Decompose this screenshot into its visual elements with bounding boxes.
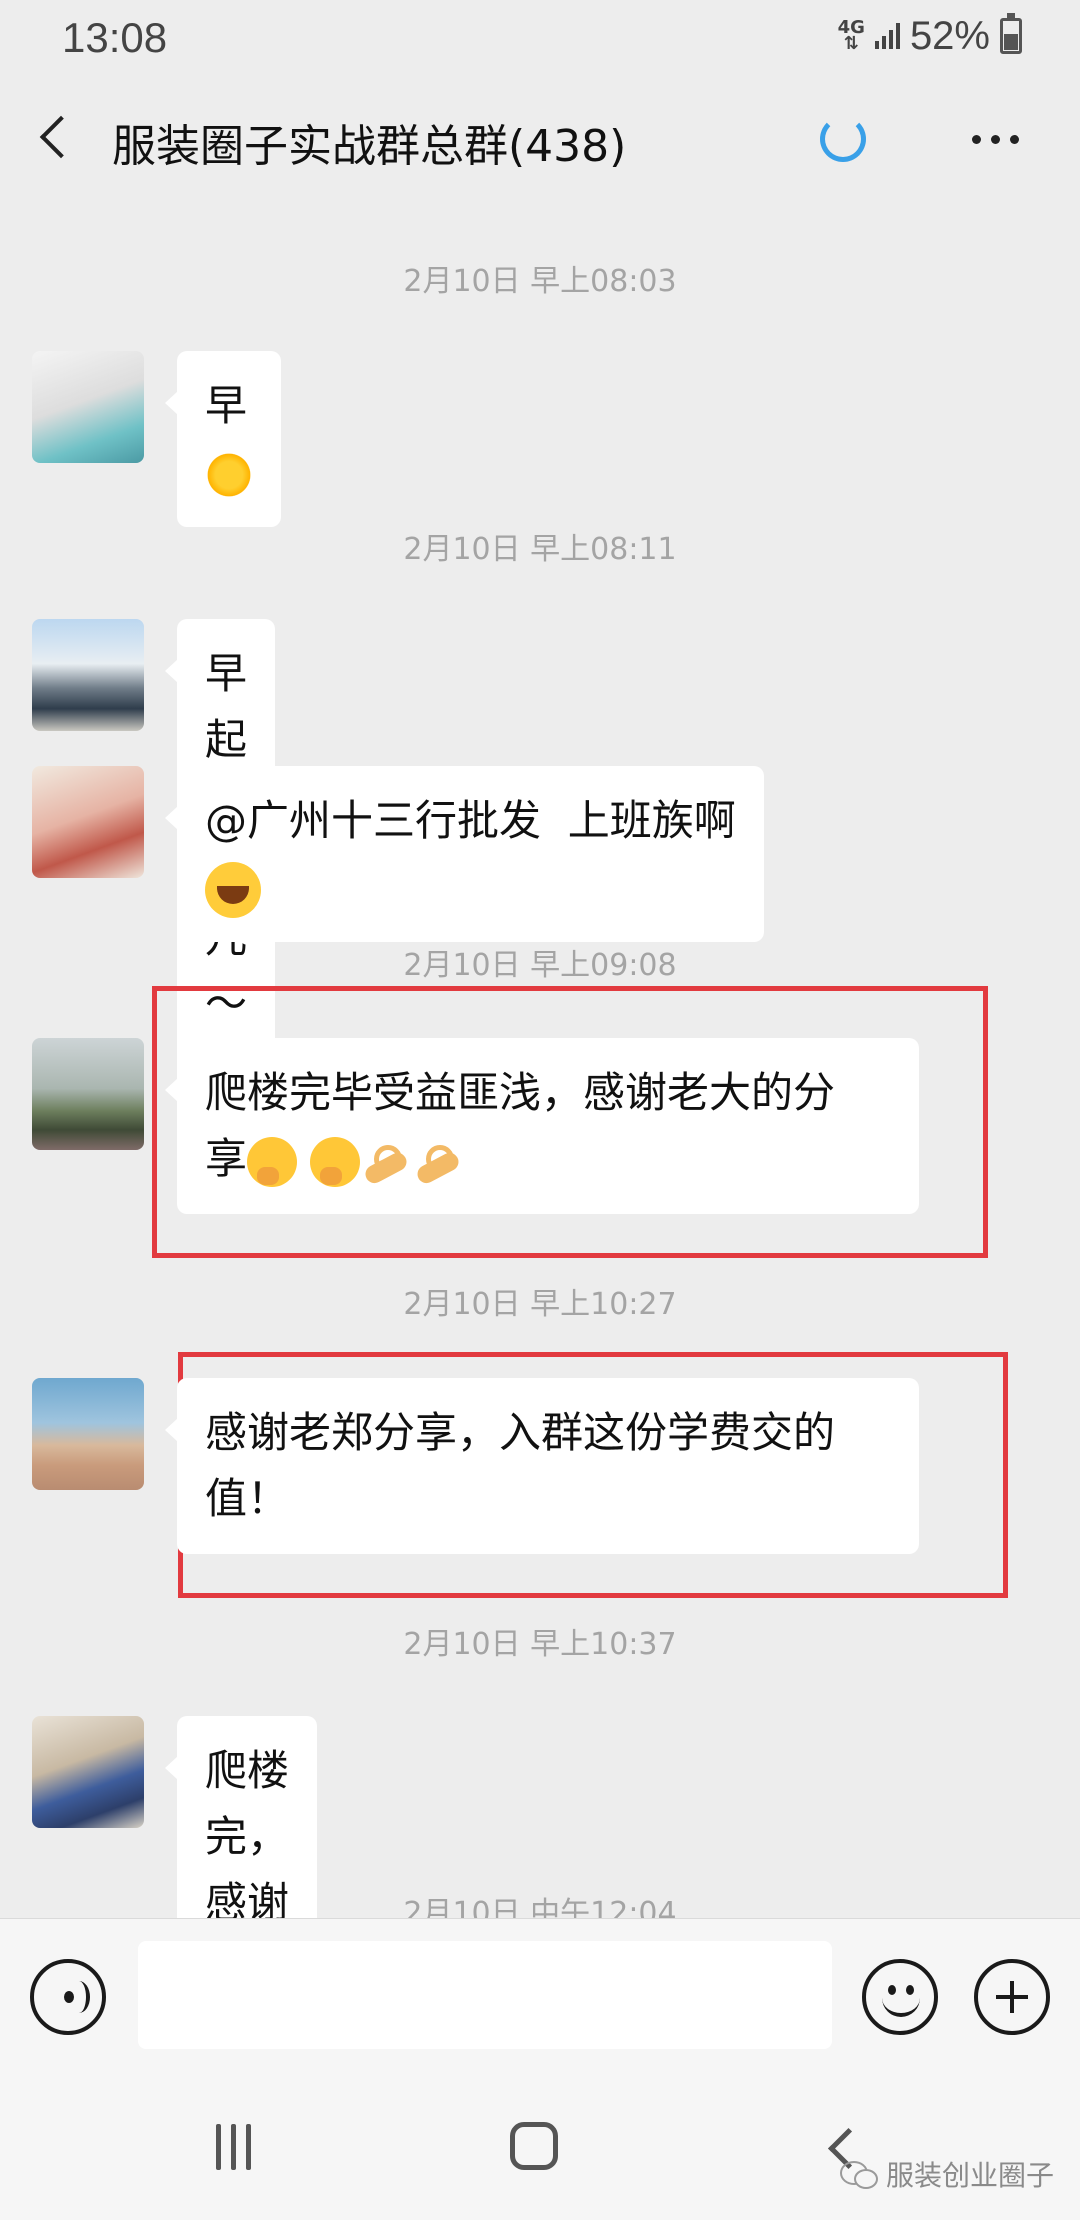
- emoji-icon[interactable]: [862, 1959, 938, 2035]
- watermark: 服装创业圈子: [840, 2154, 1054, 2194]
- home-icon[interactable]: [510, 2122, 558, 2170]
- battery-fill: [1004, 34, 1018, 50]
- status-bar: 13:08 4G ⇅ 52%: [0, 0, 1080, 72]
- shushing-face-emoji-icon: [247, 1136, 298, 1187]
- ok-hand-emoji-icon: [412, 1141, 464, 1183]
- input-bar: [0, 1918, 1080, 2074]
- avatar[interactable]: [32, 766, 144, 878]
- timestamp: 2月10日 早上10:27: [403, 1287, 677, 1322]
- battery-percent: 52%: [909, 13, 990, 58]
- more-options-button[interactable]: [972, 124, 1028, 154]
- shushing-face-emoji-icon: [310, 1136, 361, 1187]
- avatar[interactable]: [32, 351, 144, 463]
- wechat-logo-icon: [840, 2159, 880, 2189]
- sun-emoji-icon: [205, 450, 253, 499]
- message-bubble[interactable]: 早: [165, 351, 281, 527]
- timestamp: 2月10日 早上08:03: [403, 264, 677, 299]
- signal-icon: [874, 23, 900, 49]
- recent-apps-icon[interactable]: [208, 2124, 258, 2172]
- plus-icon[interactable]: [974, 1959, 1050, 2035]
- laughing-crying-emoji-icon: [205, 861, 261, 918]
- message-bubble[interactable]: 感谢老郑分享，入群这份学费交的 值！: [165, 1378, 919, 1554]
- message-bubble[interactable]: @广州十三行批发 上班族啊: [165, 766, 764, 942]
- message-bubble[interactable]: 爬楼完毕受益匪浅，感谢老大的分 享: [165, 1038, 919, 1214]
- avatar[interactable]: [32, 619, 144, 731]
- avatar[interactable]: [32, 1038, 144, 1150]
- timestamp: 2月10日 中午12:04: [403, 1896, 677, 1918]
- battery-icon: [1000, 13, 1022, 54]
- loading-spinner-icon: [820, 116, 866, 162]
- chat-message-list[interactable]: 2月10日 早上08:03 早 2月10日 早上08:11 早起的鸟儿～ @广州…: [0, 206, 1080, 1918]
- status-icons: 4G ⇅ 52%: [837, 13, 1022, 58]
- system-nav-bar: 服装创业圈子: [0, 2074, 1080, 2220]
- timestamp: 2月10日 早上10:37: [403, 1627, 677, 1662]
- message-input[interactable]: [138, 1941, 832, 2049]
- voice-icon[interactable]: [30, 1959, 106, 2035]
- ok-hand-emoji-icon: [360, 1141, 412, 1183]
- timestamp: 2月10日 早上08:11: [403, 532, 677, 567]
- timestamp: 2月10日 早上09:08: [403, 948, 677, 983]
- back-button[interactable]: [30, 108, 90, 168]
- chat-header: 服装圈子实战群总群(438): [0, 72, 1080, 206]
- chat-title: 服装圈子实战群总群(438): [112, 121, 627, 172]
- network-type-icon: 4G ⇅: [837, 17, 865, 54]
- avatar[interactable]: [32, 1716, 144, 1828]
- avatar[interactable]: [32, 1378, 144, 1490]
- status-time: 13:08: [62, 14, 168, 61]
